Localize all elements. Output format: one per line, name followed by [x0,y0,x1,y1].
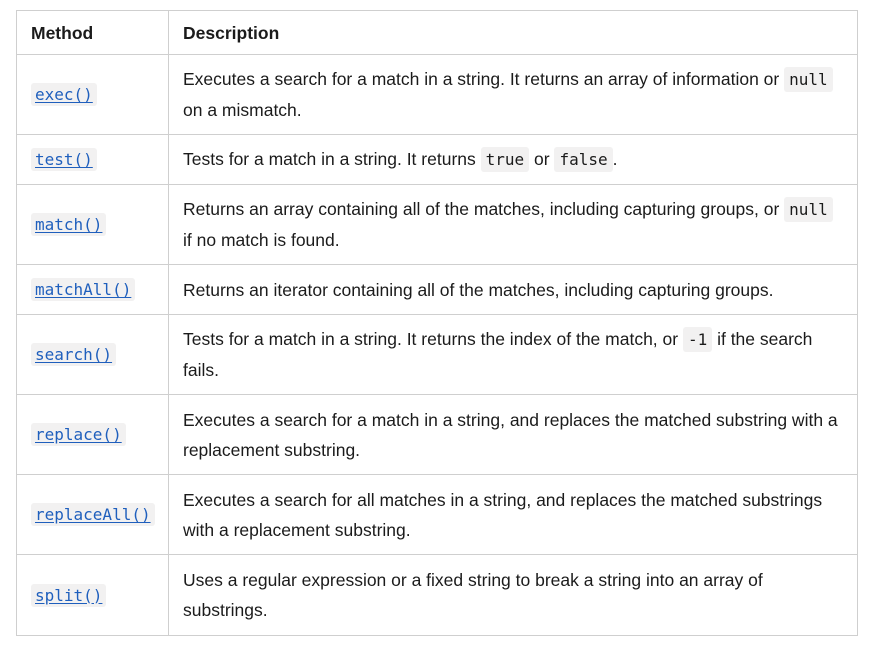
description-cell: Uses a regular expression or a fixed str… [168,554,858,636]
description-cell: Returns an iterator containing all of th… [168,264,858,315]
description-text: Returns an iterator containing all of th… [183,279,774,300]
table-row: replace() Executes a search for a match … [16,394,858,475]
table-row: replaceAll() Executes a search for all m… [16,474,858,555]
table-row: exec() Executes a search for a match in … [16,54,858,135]
description-cell: Tests for a match in a string. It return… [168,134,858,185]
method-link-split[interactable]: split() [31,583,107,607]
description-text: Executes a search for all matches in a s… [183,489,823,540]
method-link-search[interactable]: search() [31,343,117,366]
description-text: Tests for a match in a string. It return… [183,329,683,349]
description-text: on a mismatch. [183,100,302,120]
regex-methods-table: Method Description exec() Executes a sea… [16,10,858,636]
method-link-replaceall[interactable]: replaceAll() [31,503,155,526]
description-cell: Executes a search for a match in a strin… [168,394,858,475]
method-cell: replaceAll() [16,474,169,555]
description-cell: Executes a search for a match in a strin… [168,54,858,135]
table-row: test() Tests for a match in a string. It… [16,134,858,185]
description-text: Executes a search for a match in a strin… [183,69,785,89]
method-link-exec[interactable]: exec() [31,83,97,106]
inline-code: -1 [682,327,713,352]
inline-code: null [784,197,833,222]
method-link-matchall[interactable]: matchAll() [31,278,136,301]
description-text: or [529,149,555,169]
method-cell: exec() [16,54,169,135]
method-cell: matchAll() [16,264,169,315]
inline-code: false [554,147,613,172]
method-cell: search() [16,314,169,395]
description-text: Tests for a match in a string. It return… [183,149,481,169]
description-cell: Tests for a match in a string. It return… [168,314,858,395]
table-row: matchAll() Returns an iterator containin… [16,264,858,315]
description-cell: Executes a search for all matches in a s… [168,474,858,555]
inline-code: true [480,147,530,172]
description-text: . [612,149,618,169]
description-text: Executes a search for a match in a strin… [183,409,838,460]
table-row: search() Tests for a match in a string. … [16,314,858,395]
method-column-header: Method [16,10,169,55]
inline-code: null [784,67,833,92]
table-row: match() Returns an array containing all … [16,184,858,265]
method-link-match[interactable]: match() [31,213,107,236]
method-cell: split() [16,554,169,636]
method-link-test[interactable]: test() [31,148,97,171]
table-header-row: Method Description [16,10,858,55]
method-link-replace[interactable]: replace() [31,423,126,446]
regex-methods-table-container: Method Description exec() Executes a sea… [16,10,858,636]
description-cell: Returns an array containing all of the m… [168,184,858,265]
description-text: Returns an array containing all of the m… [183,199,785,219]
method-cell: replace() [16,394,169,475]
description-column-header: Description [168,10,858,55]
table-row: split() Uses a regular expression or a f… [16,554,858,636]
method-cell: match() [16,184,169,265]
method-cell: test() [16,134,169,185]
description-text: if no match is found. [183,230,340,250]
description-text: Uses a regular expression or a fixed str… [183,570,763,620]
